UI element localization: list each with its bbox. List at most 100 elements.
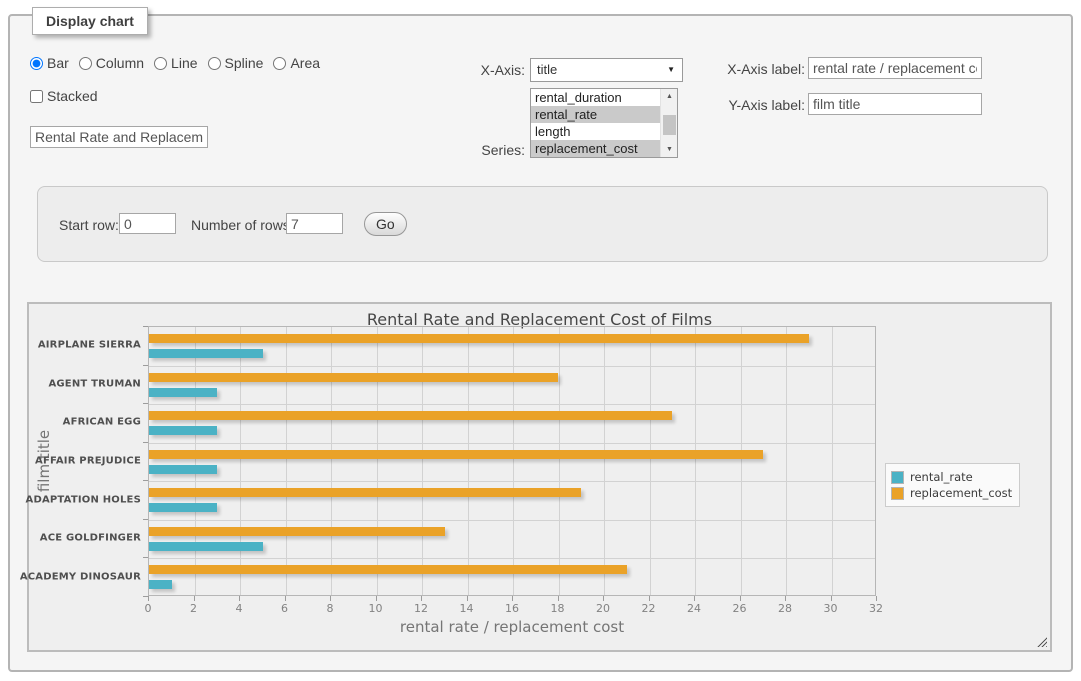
bar-rental_rate [149,349,263,358]
x-tick-label: 4 [236,602,243,615]
gridline-h [149,481,875,482]
x-axis-select[interactable]: title ▼ [530,58,683,82]
gridline-h [149,366,875,367]
chart-type-label: Bar [47,55,69,71]
y-axis-label-label: Y-Axis label: [700,97,805,113]
start-row-input[interactable] [119,213,176,234]
stacked-row: Stacked [30,88,98,104]
stacked-option[interactable]: Stacked [30,88,98,104]
chart-type-radio-line[interactable] [154,57,167,70]
x-axis-label-input[interactable] [808,57,982,79]
y-tick-mark [143,326,148,327]
bar-rental_rate [149,465,217,474]
y-axis-labels: AIRPLANE SIERRAAGENT TRUMANAFRICAN EGGAF… [29,326,141,596]
category-label: AIRPLANE SIERRA [38,340,141,351]
x-tick-label: 18 [551,602,565,615]
x-tick-mark [285,596,286,601]
chart-type-label: Column [96,55,144,71]
chart-type-option-line[interactable]: Line [154,55,197,71]
y-tick-mark [143,442,148,443]
x-tick-label: 30 [824,602,838,615]
chart-type-option-column[interactable]: Column [79,55,144,71]
chart-type-option-spline[interactable]: Spline [208,55,264,71]
category-label: AGENT TRUMAN [48,378,141,389]
legend-swatch-replacement_cost [891,487,904,500]
legend-entry: rental_rate [891,470,1012,484]
series-option-rental_rate[interactable]: rental_rate [531,106,660,123]
series-option-replacement_cost[interactable]: replacement_cost [531,140,660,157]
fieldset-legend: Display chart [32,7,148,35]
bar-rental_rate [149,426,217,435]
bar-replacement_cost [149,527,445,536]
x-axis-selected-value: title [537,62,557,77]
category-label: ACE GOLDFINGER [40,533,141,544]
x-tick-mark [421,596,422,601]
chart-type-radio-area[interactable] [273,57,286,70]
chart-title-input[interactable] [30,126,208,148]
gridline-v [331,327,332,595]
y-tick-mark [143,480,148,481]
chart-type-radio-spline[interactable] [208,57,221,70]
bar-rental_rate [149,388,217,397]
x-tick-mark [785,596,786,601]
category-label: ADAPTATION HOLES [26,494,142,505]
x-axis-label-label: X-Axis label: [700,61,805,77]
x-tick-mark [876,596,877,601]
x-tick-mark [740,596,741,601]
gridline-v [832,327,833,595]
x-tick-label: 12 [414,602,428,615]
x-tick-mark [148,596,149,601]
series-option-length[interactable]: length [531,123,660,140]
gridline-v [240,327,241,595]
series-options: rental_durationrental_ratelengthreplacem… [531,89,660,157]
bar-rental_rate [149,542,263,551]
chart-type-option-area[interactable]: Area [273,55,320,71]
legend-entry: replacement_cost [891,486,1012,500]
stacked-checkbox[interactable] [30,90,43,103]
series-listbox[interactable]: rental_durationrental_ratelengthreplacem… [530,88,678,158]
bar-replacement_cost [149,334,809,343]
x-tick-label: 2 [190,602,197,615]
gridline-v [741,327,742,595]
x-tick-label: 8 [327,602,334,615]
gridline-v [422,327,423,595]
chart-x-axis-label: rental rate / replacement cost [148,618,876,636]
gridline-v [468,327,469,595]
x-tick-label: 10 [369,602,383,615]
chart-type-option-bar[interactable]: Bar [30,55,69,71]
chart-type-radio-bar[interactable] [30,57,43,70]
x-tick-mark [558,596,559,601]
y-tick-mark [143,403,148,404]
category-label: AFFAIR PREJUDICE [35,456,141,467]
x-tick-label: 20 [596,602,610,615]
bar-replacement_cost [149,488,581,497]
display-chart-fieldset: Display chart BarColumnLineSplineArea St… [8,14,1073,672]
scroll-up-icon[interactable]: ▲ [661,89,678,104]
x-tick-label: 24 [687,602,701,615]
stacked-label: Stacked [47,88,98,104]
legend-swatch-rental_rate [891,471,904,484]
chevron-down-icon: ▼ [667,66,675,74]
x-tick-mark [467,596,468,601]
start-row-label: Start row: [59,217,119,233]
num-rows-input[interactable] [286,213,343,234]
series-select-label: Series: [430,142,525,158]
scroll-down-icon[interactable]: ▼ [661,142,678,157]
gridline-h [149,443,875,444]
gridline-v [650,327,651,595]
scrollbar-thumb[interactable] [663,115,676,135]
x-tick-mark [512,596,513,601]
series-option-rental_duration[interactable]: rental_duration [531,89,660,106]
gridline-v [786,327,787,595]
go-button[interactable]: Go [364,212,407,236]
num-rows-label: Number of rows: [191,217,294,233]
x-tick-label: 0 [145,602,152,615]
y-axis-label-input[interactable] [808,93,982,115]
chart-type-radio-group: Bar Column Line Spline Area [30,55,330,71]
category-label: ACADEMY DINOSAUR [20,571,141,582]
gridline-v [604,327,605,595]
series-scrollbar[interactable]: ▲ ▼ [660,89,677,157]
resize-grip-icon[interactable] [1035,635,1047,647]
chart-type-radio-column[interactable] [79,57,92,70]
gridline-v [513,327,514,595]
